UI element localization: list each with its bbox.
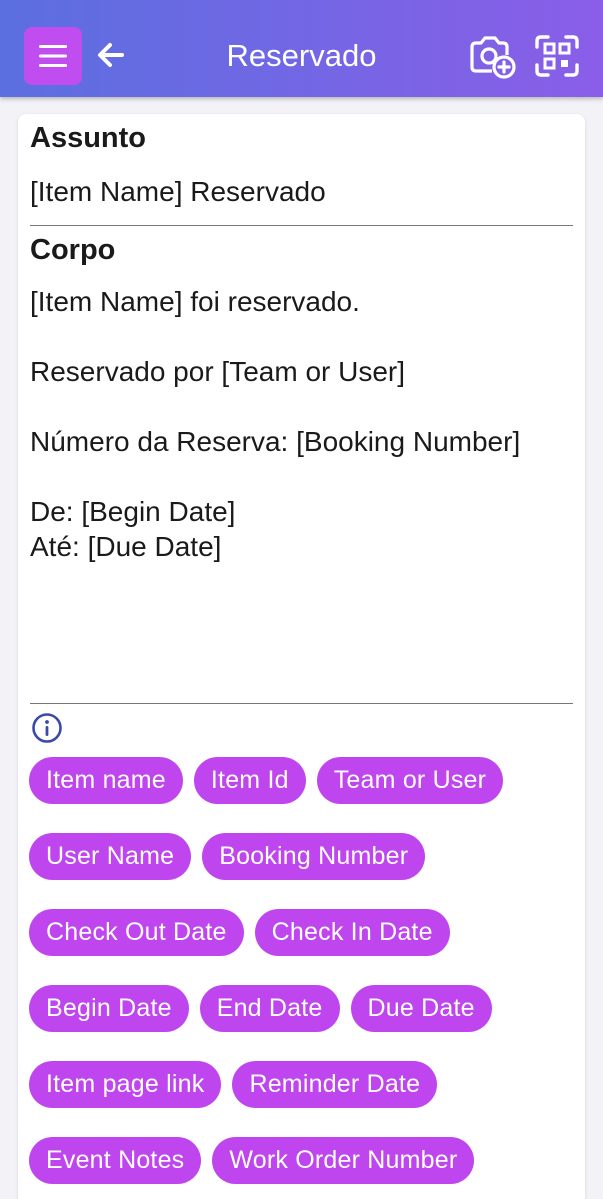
page-title: Reservado	[226, 38, 377, 73]
chip-check-in-date[interactable]: Check In Date	[254, 909, 450, 956]
email-template-card: Assunto [Item Name] Reservado Corpo [Ite…	[18, 114, 585, 1199]
chip-reminder-date[interactable]: Reminder Date	[232, 1061, 438, 1108]
chip-work-order-number[interactable]: Work Order Number	[212, 1137, 475, 1184]
top-app-bar: Reservado	[0, 0, 603, 97]
body-field[interactable]: [Item Name] foi reservado. Reservado por…	[30, 284, 575, 564]
chip-event-notes[interactable]: Event Notes	[29, 1137, 202, 1184]
camera-add-icon	[470, 36, 516, 79]
chip-booking-number[interactable]: Booking Number	[202, 833, 426, 880]
chip-user-name[interactable]: User Name	[29, 833, 192, 880]
info-button[interactable]	[31, 712, 63, 744]
chip-item-id[interactable]: Item Id	[193, 757, 306, 804]
chip-team-or-user[interactable]: Team or User	[316, 757, 504, 804]
body-label: Corpo	[30, 234, 116, 266]
back-button[interactable]	[94, 38, 128, 72]
info-icon	[32, 713, 62, 743]
chip-begin-date[interactable]: Begin Date	[29, 985, 189, 1032]
chip-due-date[interactable]: Due Date	[350, 985, 492, 1032]
hamburger-menu-icon	[39, 45, 67, 67]
chip-end-date[interactable]: End Date	[199, 985, 340, 1032]
menu-button[interactable]	[24, 27, 82, 85]
chip-item-name[interactable]: Item name	[29, 757, 183, 804]
subject-field[interactable]: [Item Name] Reservado	[30, 176, 326, 208]
subject-label: Assunto	[30, 122, 146, 154]
subject-underline	[30, 225, 573, 226]
placeholder-chips: Item name Item Id Team or User User Name…	[29, 757, 569, 1184]
chip-item-page-link[interactable]: Item page link	[29, 1061, 222, 1108]
add-photo-button[interactable]	[468, 33, 516, 79]
body-underline	[30, 703, 573, 704]
qr-scan-icon	[535, 35, 579, 77]
scan-button[interactable]	[534, 34, 580, 78]
chip-check-out-date[interactable]: Check Out Date	[29, 909, 244, 956]
arrow-left-icon	[98, 43, 124, 67]
